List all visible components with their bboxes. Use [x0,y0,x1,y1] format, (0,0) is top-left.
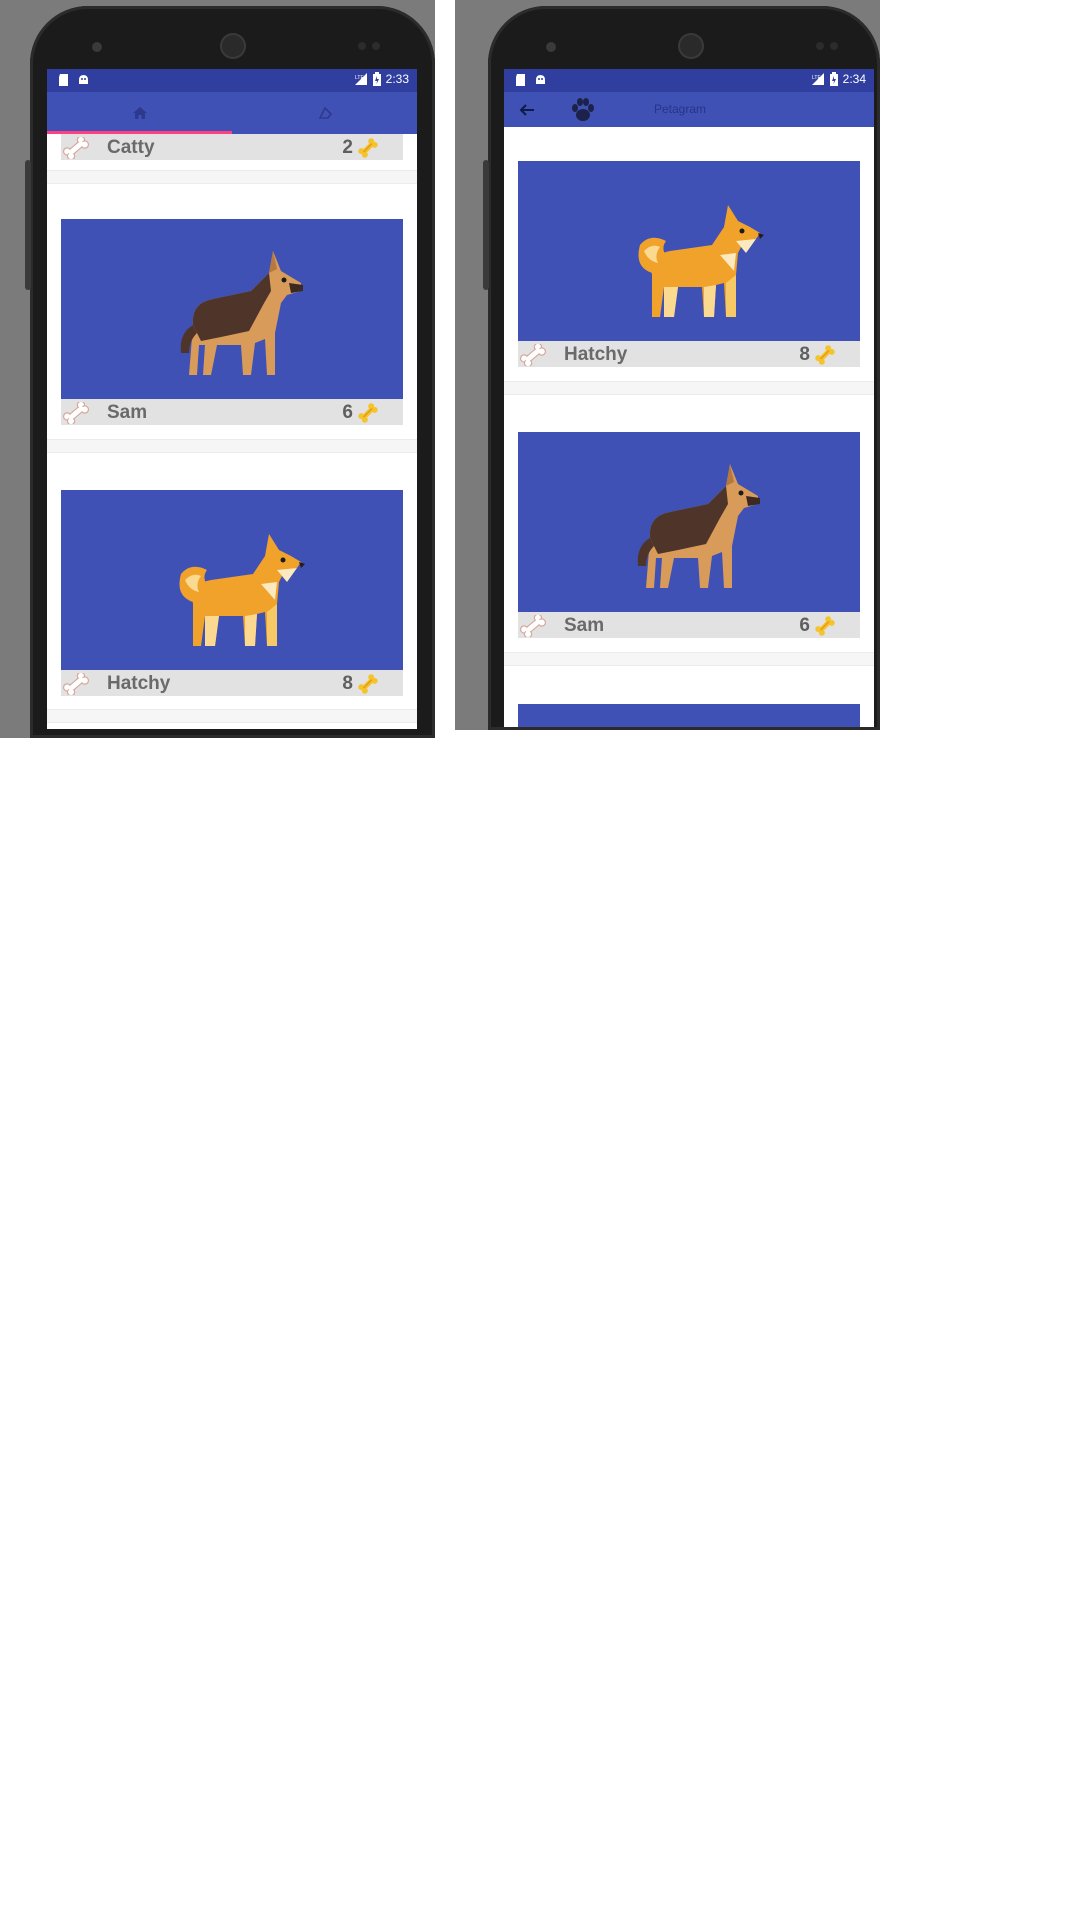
pet-name: Hatchy [107,673,171,694]
pet-likes-count: 8 [342,673,353,694]
pet-card-footer: Catty 2 [61,134,403,160]
left-side-button [25,160,31,290]
bone-like-button-icon[interactable] [520,344,546,366]
network-type-label: LTE [812,75,821,81]
pet-name: Hatchy [564,344,628,365]
pet-photo [518,432,860,612]
android-icon [79,75,88,84]
pet-card-footer: Sam 6 [518,612,860,638]
gold-bone-icon [814,615,836,637]
gold-bone-icon [357,673,379,695]
battery-icon [829,72,838,86]
bone-like-button-icon[interactable] [63,673,89,695]
pet-photo [61,219,403,399]
pet-card[interactable]: Hatchy 8 [61,490,403,696]
dog-icon [318,106,332,119]
pet-likes-count: 8 [799,344,810,365]
bone-like-button-icon[interactable] [63,402,89,424]
right-sensor [816,42,824,50]
pet-likes-count: 2 [342,137,353,158]
pet-name: Catty [107,137,155,158]
gold-bone-icon [357,137,379,159]
network-type-label: LTE [355,75,364,81]
android-icon [536,75,545,84]
pet-card[interactable] [518,704,860,727]
pet-card[interactable]: Sam 6 [518,432,860,638]
left-sensor [372,42,380,50]
right-front-camera [546,42,556,52]
pet-card-footer: Hatchy 8 [518,341,860,367]
gold-bone-icon [814,344,836,366]
pet-likes-count: 6 [342,402,353,423]
bone-like-button-icon[interactable] [520,615,546,637]
tab-home[interactable] [47,92,232,134]
left-status-bar: LTE 2:33 [47,69,417,92]
left-earpiece-speaker [222,35,244,57]
sd-card-icon [516,74,525,86]
gold-bone-icon [357,402,379,424]
right-screen: LTE 2:34 Petagram Hatchy 8 Sam 6 [504,69,874,727]
home-icon [132,107,147,119]
app-title: Petagram [654,102,707,116]
signal-icon: LTE [354,73,367,85]
card-divider [504,381,874,395]
arrow-back-icon[interactable] [518,102,536,118]
left-screen: LTE 2:33 Catty 2 Sam 6 Hatchy 8 [47,69,417,729]
pet-name: Sam [107,402,148,423]
pet-photo [61,490,403,670]
pet-card-footer: Sam 6 [61,399,403,425]
left-front-camera [92,42,102,52]
pet-photo [518,161,860,341]
status-time: 2:34 [842,72,866,86]
sd-card-icon [59,74,68,86]
right-side-button [483,160,489,290]
shiba-icon [608,175,768,335]
german-shepherd-icon [151,233,311,393]
right-sensor [830,42,838,50]
pet-likes-count: 6 [799,615,810,636]
tab-pet-profile[interactable] [232,92,417,134]
card-divider [47,170,417,184]
right-earpiece-speaker [680,35,702,57]
german-shepherd-icon [608,446,768,606]
paw-icon [572,98,594,121]
card-divider [47,439,417,453]
shiba-icon [149,504,309,664]
pet-card[interactable]: Sam 6 [61,219,403,425]
signal-icon: LTE [811,73,824,85]
right-status-bar: LTE 2:34 [504,69,874,92]
pet-card-footer: Hatchy 8 [61,670,403,696]
pet-name: Sam [564,615,605,636]
app-bar: Petagram [504,92,874,127]
left-sensor [358,42,366,50]
battery-icon [372,72,381,86]
pet-card[interactable]: Catty 2 [61,134,403,164]
pet-photo [518,704,860,727]
bone-like-button-icon[interactable] [63,137,89,159]
card-divider [47,709,417,723]
pet-card[interactable]: Hatchy 8 [518,161,860,367]
card-divider [504,652,874,666]
tab-bar [47,92,417,134]
status-time: 2:33 [385,72,409,86]
